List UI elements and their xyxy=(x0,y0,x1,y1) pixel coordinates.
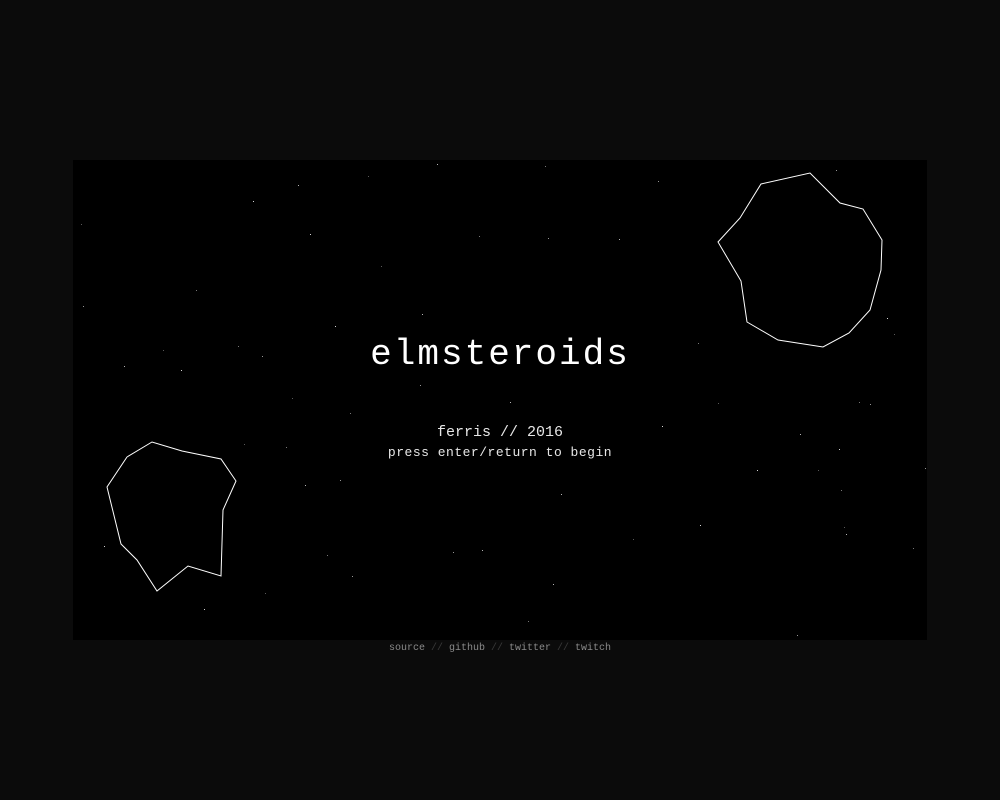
star xyxy=(327,555,328,556)
star xyxy=(422,314,423,315)
star xyxy=(265,593,266,594)
star xyxy=(545,166,546,167)
star xyxy=(913,548,914,549)
footer-separator: // xyxy=(490,643,503,654)
star xyxy=(81,224,82,225)
star xyxy=(381,266,382,267)
game-canvas[interactable]: elmsteroids ferris // 2016 press enter/r… xyxy=(73,160,927,640)
star xyxy=(870,404,871,405)
star xyxy=(253,201,254,202)
star xyxy=(553,584,554,585)
star xyxy=(352,576,353,577)
star xyxy=(846,534,847,535)
star xyxy=(658,181,659,182)
star xyxy=(482,550,483,551)
star xyxy=(196,290,197,291)
star xyxy=(818,470,819,471)
star xyxy=(757,470,758,471)
footer-separator: // xyxy=(430,643,443,654)
footer-link-twitter[interactable]: twitter xyxy=(509,643,551,654)
credit-line: ferris // 2016 xyxy=(436,424,564,441)
star xyxy=(453,552,454,553)
star xyxy=(298,185,299,186)
footer-link-github[interactable]: github xyxy=(449,643,485,654)
starfield xyxy=(81,164,926,636)
star xyxy=(368,176,369,177)
start-prompt: press enter/return to begin xyxy=(387,445,613,460)
star xyxy=(350,413,351,414)
footer-link-source[interactable]: source xyxy=(389,643,425,654)
star xyxy=(561,494,562,495)
star xyxy=(310,234,311,235)
star xyxy=(104,546,105,547)
footer-links: source // github // twitter // twitch xyxy=(0,643,1000,654)
star xyxy=(633,539,634,540)
asteroid-large xyxy=(717,172,883,348)
star xyxy=(340,480,341,481)
star xyxy=(305,485,306,486)
star xyxy=(700,525,701,526)
asteroid-small xyxy=(106,441,237,592)
star xyxy=(510,402,511,403)
star xyxy=(204,609,205,610)
star xyxy=(619,239,620,240)
star xyxy=(718,403,719,404)
star xyxy=(420,385,421,386)
star xyxy=(859,402,860,403)
footer-separator: // xyxy=(557,643,570,654)
star xyxy=(548,238,549,239)
star xyxy=(841,490,842,491)
footer-link-twitch[interactable]: twitch xyxy=(575,643,611,654)
star xyxy=(844,527,845,528)
star xyxy=(528,621,529,622)
star xyxy=(83,306,84,307)
star xyxy=(797,635,798,636)
star xyxy=(292,398,293,399)
star xyxy=(836,170,837,171)
game-scene xyxy=(81,164,926,636)
star xyxy=(437,164,438,165)
star xyxy=(887,318,888,319)
star xyxy=(335,326,336,327)
star xyxy=(479,236,480,237)
star xyxy=(925,468,926,469)
game-title: elmsteroids xyxy=(370,334,630,375)
